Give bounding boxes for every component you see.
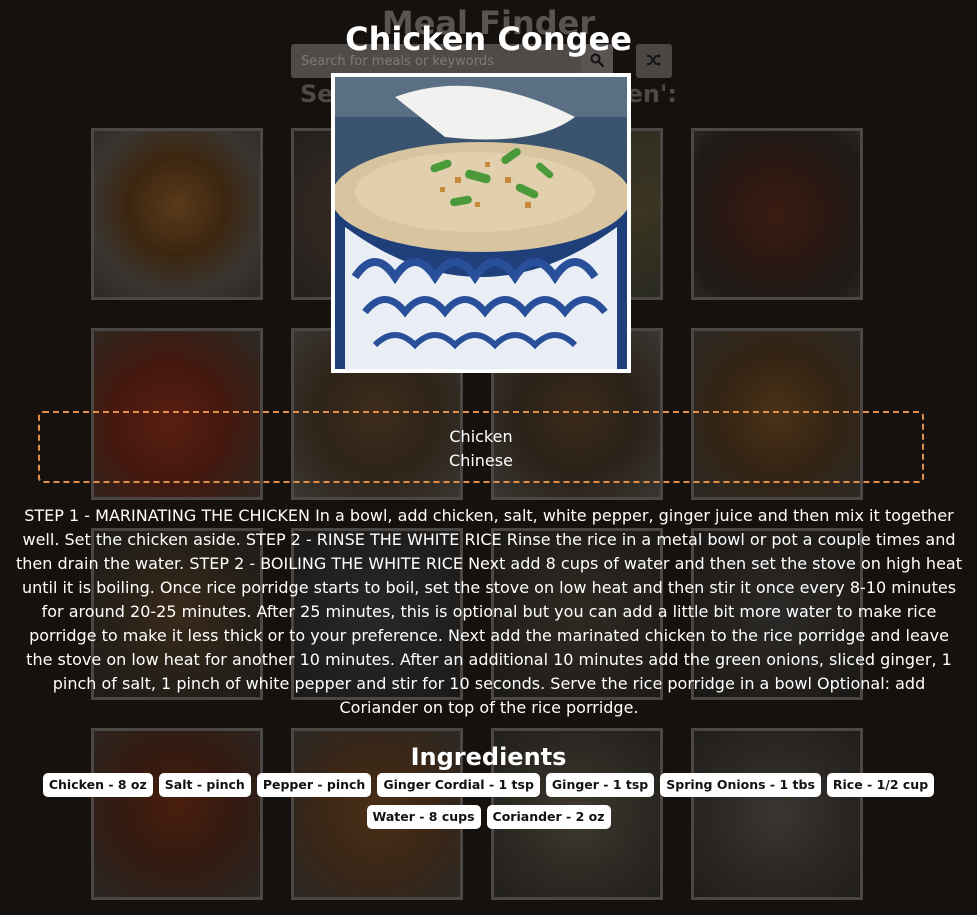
ingredient-tag: Spring Onions - 1 tbs (660, 773, 821, 797)
meal-image (331, 73, 631, 373)
meal-thumbnail (94, 131, 260, 297)
ingredient-tag: Ginger - 1 tsp (545, 773, 655, 797)
ingredient-tag: Chicken - 8 oz (42, 773, 153, 797)
ingredients-heading: Ingredients (410, 743, 567, 771)
meal-area: Chinese (449, 451, 513, 470)
ingredient-tag: Salt - pinch (158, 773, 251, 797)
ingredient-tag: Water - 8 cups (366, 805, 481, 829)
ingredient-tag: Coriander - 2 oz (486, 805, 611, 829)
meal-instructions: STEP 1 - MARINATING THE CHICKEN In a bow… (16, 506, 962, 717)
ingredient-tag: Pepper - pinch (256, 773, 372, 797)
meal-info: Chicken Chinese (38, 411, 924, 483)
meal-card[interactable] (691, 128, 863, 300)
meal-thumbnail (694, 131, 860, 297)
meal-category: Chicken (449, 427, 513, 446)
ingredient-tag: Rice - 1/2 cup (826, 773, 935, 797)
meal-card[interactable] (91, 128, 263, 300)
ingredient-tag: Ginger Cordial - 1 tsp (377, 773, 540, 797)
meal-title: Chicken Congee (345, 20, 632, 58)
ingredients-list: Chicken - 8 oz Salt - pinch Pepper - pinch… (30, 773, 947, 829)
